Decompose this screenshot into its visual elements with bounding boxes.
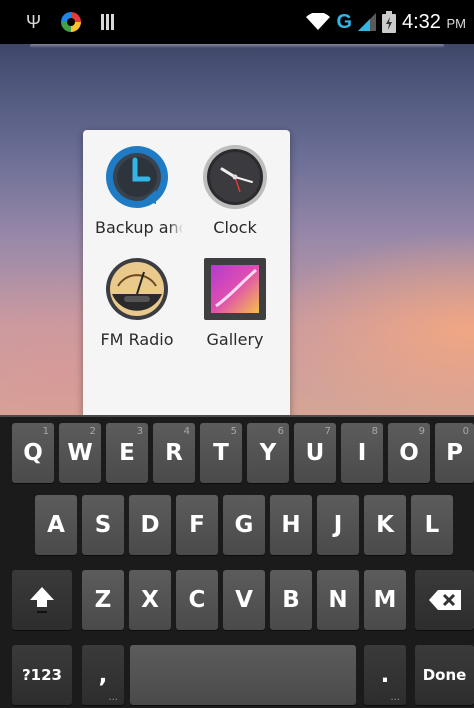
key-hint: 7 bbox=[324, 426, 331, 437]
key-hint: 0 bbox=[462, 426, 469, 437]
key-label: R bbox=[165, 440, 183, 466]
status-bar-shadow bbox=[30, 44, 444, 48]
key-t[interactable]: T5 bbox=[200, 423, 242, 483]
keyboard-divider bbox=[0, 415, 474, 417]
key-label: . bbox=[380, 662, 390, 688]
key-v[interactable]: V bbox=[223, 570, 265, 630]
shift-icon bbox=[30, 587, 54, 613]
comma-key[interactable]: ,... bbox=[82, 645, 124, 705]
key-hint: 3 bbox=[136, 426, 143, 437]
key-s[interactable]: S bbox=[82, 495, 124, 555]
key-label: E bbox=[119, 440, 135, 466]
key-label: , bbox=[98, 662, 108, 688]
app-gallery[interactable]: Gallery bbox=[185, 256, 285, 349]
app-label-backup: Backup and R bbox=[95, 218, 183, 237]
key-g[interactable]: G bbox=[223, 495, 265, 555]
status-bar: Ψ G 4:32 PM bbox=[0, 0, 474, 44]
key-m[interactable]: M bbox=[364, 570, 406, 630]
backspace-key[interactable] bbox=[415, 570, 474, 630]
key-p[interactable]: P0 bbox=[435, 423, 474, 483]
key-hint: 9 bbox=[418, 426, 425, 437]
key-e[interactable]: E3 bbox=[106, 423, 148, 483]
shift-key[interactable] bbox=[12, 570, 72, 630]
clock-icon bbox=[202, 144, 268, 210]
key-hint: 5 bbox=[230, 426, 237, 437]
key-l[interactable]: L bbox=[411, 495, 453, 555]
key-c[interactable]: C bbox=[176, 570, 218, 630]
key-h[interactable]: H bbox=[270, 495, 312, 555]
network-type-label: G bbox=[336, 10, 352, 33]
key-hint: 2 bbox=[89, 426, 96, 437]
key-x[interactable]: X bbox=[129, 570, 171, 630]
battery-icon bbox=[382, 11, 396, 33]
app-fm-radio[interactable]: FM Radio bbox=[87, 256, 187, 349]
key-n[interactable]: N bbox=[317, 570, 359, 630]
soft-keyboard: Q1 W2 E3 R4 T5 Y6 U7 I8 O9 P0 A S D F G … bbox=[0, 415, 474, 708]
key-label: T bbox=[213, 440, 229, 466]
key-label: U bbox=[305, 440, 325, 466]
key-r[interactable]: R4 bbox=[153, 423, 195, 483]
key-label: I bbox=[357, 440, 367, 466]
key-hint: 4 bbox=[183, 426, 190, 437]
key-sub-hint: ... bbox=[390, 692, 400, 703]
key-k[interactable]: K bbox=[364, 495, 406, 555]
key-b[interactable]: B bbox=[270, 570, 312, 630]
key-z[interactable]: Z bbox=[82, 570, 124, 630]
app-label-fm-radio: FM Radio bbox=[100, 330, 174, 349]
symbols-key[interactable]: ?123 bbox=[12, 645, 72, 705]
key-sub-hint: ... bbox=[108, 692, 118, 703]
key-y[interactable]: Y6 bbox=[247, 423, 289, 483]
wifi-icon bbox=[306, 13, 331, 31]
key-f[interactable]: F bbox=[176, 495, 218, 555]
key-u[interactable]: U7 bbox=[294, 423, 336, 483]
key-i[interactable]: I8 bbox=[341, 423, 383, 483]
key-a[interactable]: A bbox=[35, 495, 77, 555]
key-label: W bbox=[67, 440, 93, 466]
key-q[interactable]: Q1 bbox=[12, 423, 54, 483]
key-label: Q bbox=[23, 440, 43, 466]
fm-radio-icon bbox=[104, 256, 170, 322]
gallery-icon bbox=[202, 256, 268, 322]
key-hint: 6 bbox=[277, 426, 284, 437]
app-folder-popup: Backup and R Clock bbox=[83, 130, 290, 420]
signal-icon bbox=[358, 13, 376, 31]
key-w[interactable]: W2 bbox=[59, 423, 101, 483]
key-d[interactable]: D bbox=[129, 495, 171, 555]
space-key[interactable] bbox=[130, 645, 356, 705]
app-clock[interactable]: Clock bbox=[185, 144, 285, 237]
key-label: P bbox=[446, 440, 463, 466]
app-label-gallery: Gallery bbox=[206, 330, 264, 349]
key-o[interactable]: O9 bbox=[388, 423, 430, 483]
key-j[interactable]: J bbox=[317, 495, 359, 555]
key-hint: 1 bbox=[42, 426, 49, 437]
backspace-icon bbox=[428, 590, 461, 610]
app-backup[interactable]: Backup and R bbox=[87, 144, 187, 237]
key-label: O bbox=[399, 440, 419, 466]
bars-icon bbox=[101, 14, 116, 30]
done-key[interactable]: Done bbox=[415, 645, 474, 705]
sync-icon bbox=[61, 12, 82, 32]
clock-time: 4:32 PM bbox=[402, 10, 466, 33]
app-label-clock: Clock bbox=[213, 218, 257, 237]
key-hint: 8 bbox=[371, 426, 378, 437]
key-label: Y bbox=[259, 440, 277, 466]
usb-icon: Ψ bbox=[26, 12, 42, 32]
backup-icon bbox=[104, 144, 170, 210]
period-key[interactable]: .... bbox=[364, 645, 406, 705]
